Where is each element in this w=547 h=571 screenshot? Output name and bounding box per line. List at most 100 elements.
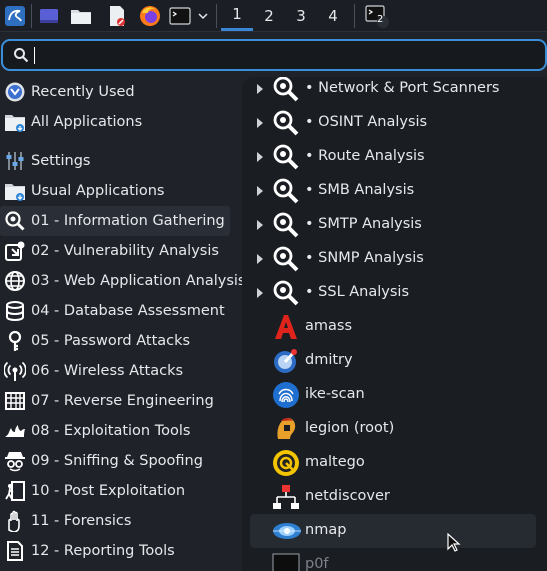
category-label: 07 - Reverse Engineering [31, 393, 214, 409]
expand-arrow-icon[interactable] [257, 288, 263, 298]
category-label: 08 - Exploitation Tools [31, 423, 191, 439]
terminal-icon[interactable] [167, 3, 193, 29]
database-icon [4, 300, 26, 322]
expand-arrow-icon[interactable] [257, 152, 263, 162]
submenu-smtp-analysis[interactable]: • SMTP Analysis [242, 208, 547, 242]
forensics-icon [4, 510, 26, 533]
category-label: 02 - Vulnerability Analysis [31, 243, 219, 259]
kali-menu-icon[interactable] [2, 3, 28, 29]
submenu-osint-analysis[interactable]: • OSINT Analysis [242, 106, 547, 140]
info-gathering-icon [272, 279, 300, 307]
recently-used-icon [4, 81, 26, 103]
submenu-label: • SMB Analysis [305, 182, 415, 198]
category-database-assessment[interactable]: 04 - Database Assessment [0, 296, 230, 326]
ike-scan-icon [272, 381, 300, 409]
category-forensics[interactable]: 11 - Forensics [0, 506, 230, 536]
chevron-down-icon[interactable] [195, 3, 211, 29]
submenu-label: • OSINT Analysis [305, 114, 428, 130]
app-label: legion (root) [305, 420, 395, 436]
app-label: dmitry [305, 352, 353, 368]
submenu-snmp-analysis[interactable]: • SNMP Analysis [242, 242, 547, 276]
category-label: All Applications [31, 114, 143, 130]
category-wireless-attacks[interactable]: 06 - Wireless Attacks [0, 356, 230, 386]
sniffing-icon [4, 450, 26, 472]
info-gathering-icon [272, 211, 300, 239]
search-input[interactable] [34, 45, 524, 65]
workspace-4[interactable]: 4 [317, 0, 349, 31]
settings-icon [4, 150, 26, 172]
category-vulnerability-analysis[interactable]: 02 - Vulnerability Analysis [0, 236, 230, 266]
category-list: Recently Used All Applications Settings … [0, 77, 246, 571]
submenu-ssl-analysis[interactable]: • SSL Analysis [242, 276, 547, 310]
info-gathering-icon [272, 143, 300, 171]
exploitation-icon [4, 420, 26, 442]
category-label: 01 - Information Gathering [31, 213, 225, 229]
info-gathering-icon [272, 245, 300, 273]
submenu-network-port-scanners[interactable]: • Network & Port Scanners [242, 77, 547, 106]
app-p0f[interactable]: p0f [242, 548, 547, 571]
info-gathering-icon [272, 109, 300, 137]
show-desktop-icon[interactable] [36, 3, 62, 29]
app-label: netdiscover [305, 488, 390, 504]
category-label: 06 - Wireless Attacks [31, 363, 184, 379]
terminal-window-button[interactable]: 2 [362, 3, 392, 29]
category-exploitation-tools[interactable]: 08 - Exploitation Tools [0, 416, 230, 446]
all-apps-icon [4, 111, 26, 133]
category-label: Usual Applications [31, 183, 165, 199]
category-label: Settings [31, 153, 91, 169]
app-dmitry[interactable]: dmitry [242, 344, 547, 378]
vuln-analysis-icon [4, 240, 26, 262]
category-usual-applications[interactable]: Usual Applications [0, 176, 230, 206]
firefox-icon[interactable] [137, 3, 163, 29]
category-reporting-tools[interactable]: 12 - Reporting Tools [0, 536, 230, 566]
app-label: maltego [305, 454, 365, 470]
category-sniffing-spoofing[interactable]: 09 - Sniffing & Spoofing [0, 446, 230, 476]
expand-arrow-icon[interactable] [257, 84, 263, 94]
submenu-label: • Network & Port Scanners [305, 80, 500, 96]
expand-arrow-icon[interactable] [257, 118, 263, 128]
search-box[interactable] [1, 39, 547, 71]
application-list: • Network & Port Scanners • OSINT Analys… [242, 77, 547, 571]
submenu-route-analysis[interactable]: • Route Analysis [242, 140, 547, 174]
workspace-1[interactable]: 1 [221, 0, 253, 31]
submenu-smb-analysis[interactable]: • SMB Analysis [242, 174, 547, 208]
info-gathering-icon [272, 177, 300, 205]
category-post-exploitation[interactable]: 10 - Post Exploitation [0, 476, 230, 506]
submenu-label: • SNMP Analysis [305, 250, 424, 266]
top-panel: 1 2 3 4 2 [0, 0, 547, 32]
app-nmap[interactable]: nmap [250, 514, 536, 548]
reporting-icon [4, 540, 26, 562]
app-maltego[interactable]: maltego [242, 446, 547, 480]
category-web-application-analysis[interactable]: 03 - Web Application Analysis [0, 266, 246, 296]
nmap-icon [272, 517, 301, 545]
category-recently-used[interactable]: Recently Used [0, 77, 230, 107]
app-netdiscover[interactable]: netdiscover [242, 480, 547, 514]
category-password-attacks[interactable]: 05 - Password Attacks [0, 326, 230, 356]
app-ike-scan[interactable]: ike-scan [242, 378, 547, 412]
dmitry-icon [272, 347, 300, 375]
amass-icon [272, 313, 300, 341]
category-label: 10 - Post Exploitation [31, 483, 186, 499]
app-label: p0f [305, 556, 329, 571]
expand-arrow-icon[interactable] [257, 220, 263, 230]
file-manager-icon[interactable] [68, 3, 94, 29]
text-editor-icon[interactable] [104, 3, 130, 29]
category-information-gathering[interactable]: 01 - Information Gathering [0, 206, 230, 236]
category-all-applications[interactable]: All Applications [0, 107, 230, 137]
workspace-2[interactable]: 2 [253, 0, 285, 31]
window-count-badge: 2 [377, 14, 384, 25]
maltego-icon [272, 449, 300, 477]
category-label: 05 - Password Attacks [31, 333, 191, 349]
info-gathering-icon [272, 77, 300, 103]
expand-arrow-icon[interactable] [257, 186, 263, 196]
app-legion-root[interactable]: legion (root) [242, 412, 547, 446]
category-label: Recently Used [31, 84, 135, 100]
workspace-3[interactable]: 3 [285, 0, 317, 31]
expand-arrow-icon[interactable] [257, 254, 263, 264]
app-amass[interactable]: amass [242, 310, 547, 344]
category-label: 12 - Reporting Tools [31, 543, 175, 559]
app-label: ike-scan [305, 386, 365, 402]
category-settings[interactable]: Settings [0, 146, 230, 176]
search-icon [13, 47, 29, 67]
category-reverse-engineering[interactable]: 07 - Reverse Engineering [0, 386, 230, 416]
